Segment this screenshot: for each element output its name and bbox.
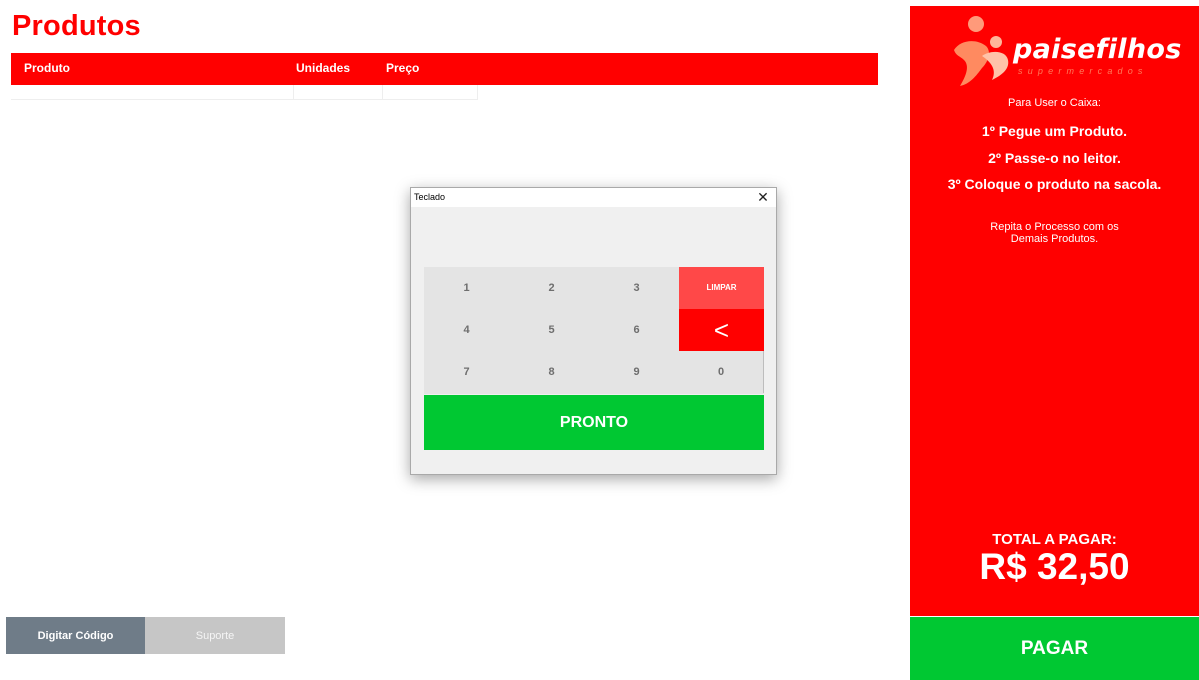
logo-tagline: supermercados (1018, 66, 1148, 76)
key-6[interactable]: 6 (594, 309, 679, 351)
repeat-line-2: Demais Produtos. (1010, 233, 1099, 245)
pronto-button[interactable]: PRONTO (424, 395, 764, 450)
table-cell (293, 85, 383, 99)
backspace-icon[interactable]: < (679, 309, 764, 351)
family-logo-icon (954, 16, 1009, 86)
dialog-titlebar[interactable]: Teclado ✕ (411, 188, 776, 207)
repeat-line-1: Repita o Processo com os (990, 221, 1119, 233)
key-5[interactable]: 5 (509, 309, 594, 351)
store-logo: paisefilhos supermercados (946, 10, 1181, 90)
column-header-unidades[interactable]: Unidades (296, 61, 350, 75)
key-9[interactable]: 9 (594, 351, 679, 393)
key-8[interactable]: 8 (509, 351, 594, 393)
instruction-step-2: 2º Passe-o no leitor. (988, 150, 1121, 166)
digitar-codigo-button[interactable]: Digitar Código (6, 617, 145, 654)
close-icon[interactable]: ✕ (754, 188, 772, 207)
instruction-step-1: 1º Pegue um Produto. (981, 123, 1128, 139)
dialog-title: Teclado (414, 192, 446, 202)
key-2[interactable]: 2 (509, 267, 594, 309)
table-row[interactable] (11, 85, 478, 100)
key-3[interactable]: 3 (594, 267, 679, 309)
column-header-produto[interactable]: Produto (24, 61, 70, 75)
clear-key[interactable]: LIMPAR (679, 267, 764, 309)
suporte-button[interactable]: Suporte (145, 617, 285, 654)
total-value: R$ 32,50 (979, 546, 1130, 587)
key-1[interactable]: 1 (424, 267, 509, 309)
instructions-title: Para User o Caixa: (1008, 97, 1101, 109)
key-4[interactable]: 4 (424, 309, 509, 351)
repeat-instructions: Repita o Processo com os Demais Produtos… (910, 221, 1199, 245)
page-title: Produtos (12, 10, 141, 42)
pagar-button[interactable]: PAGAR (910, 617, 1199, 680)
app-window: Produtos Produto Unidades Preço Digitar … (0, 0, 1199, 680)
products-table-header: Produto Unidades Preço (11, 53, 878, 85)
numeric-keypad: 1 2 3 LIMPAR 4 5 6 < 7 8 9 0 (424, 267, 764, 394)
key-7[interactable]: 7 (424, 351, 509, 393)
instructions-panel: paisefilhos supermercados Para User o Ca… (910, 6, 1199, 616)
table-cell (11, 85, 294, 99)
instruction-step-3: 3º Coloque o produto na sacola. (947, 176, 1162, 192)
table-cell (382, 85, 478, 99)
key-0[interactable]: 0 (679, 351, 764, 393)
logo-wordmark: paisefilhos (1013, 34, 1182, 65)
keypad-dialog: Teclado ✕ 1 2 3 LIMPAR 4 5 6 < 7 8 9 0 P… (410, 187, 777, 475)
column-header-preco[interactable]: Preço (386, 61, 419, 75)
